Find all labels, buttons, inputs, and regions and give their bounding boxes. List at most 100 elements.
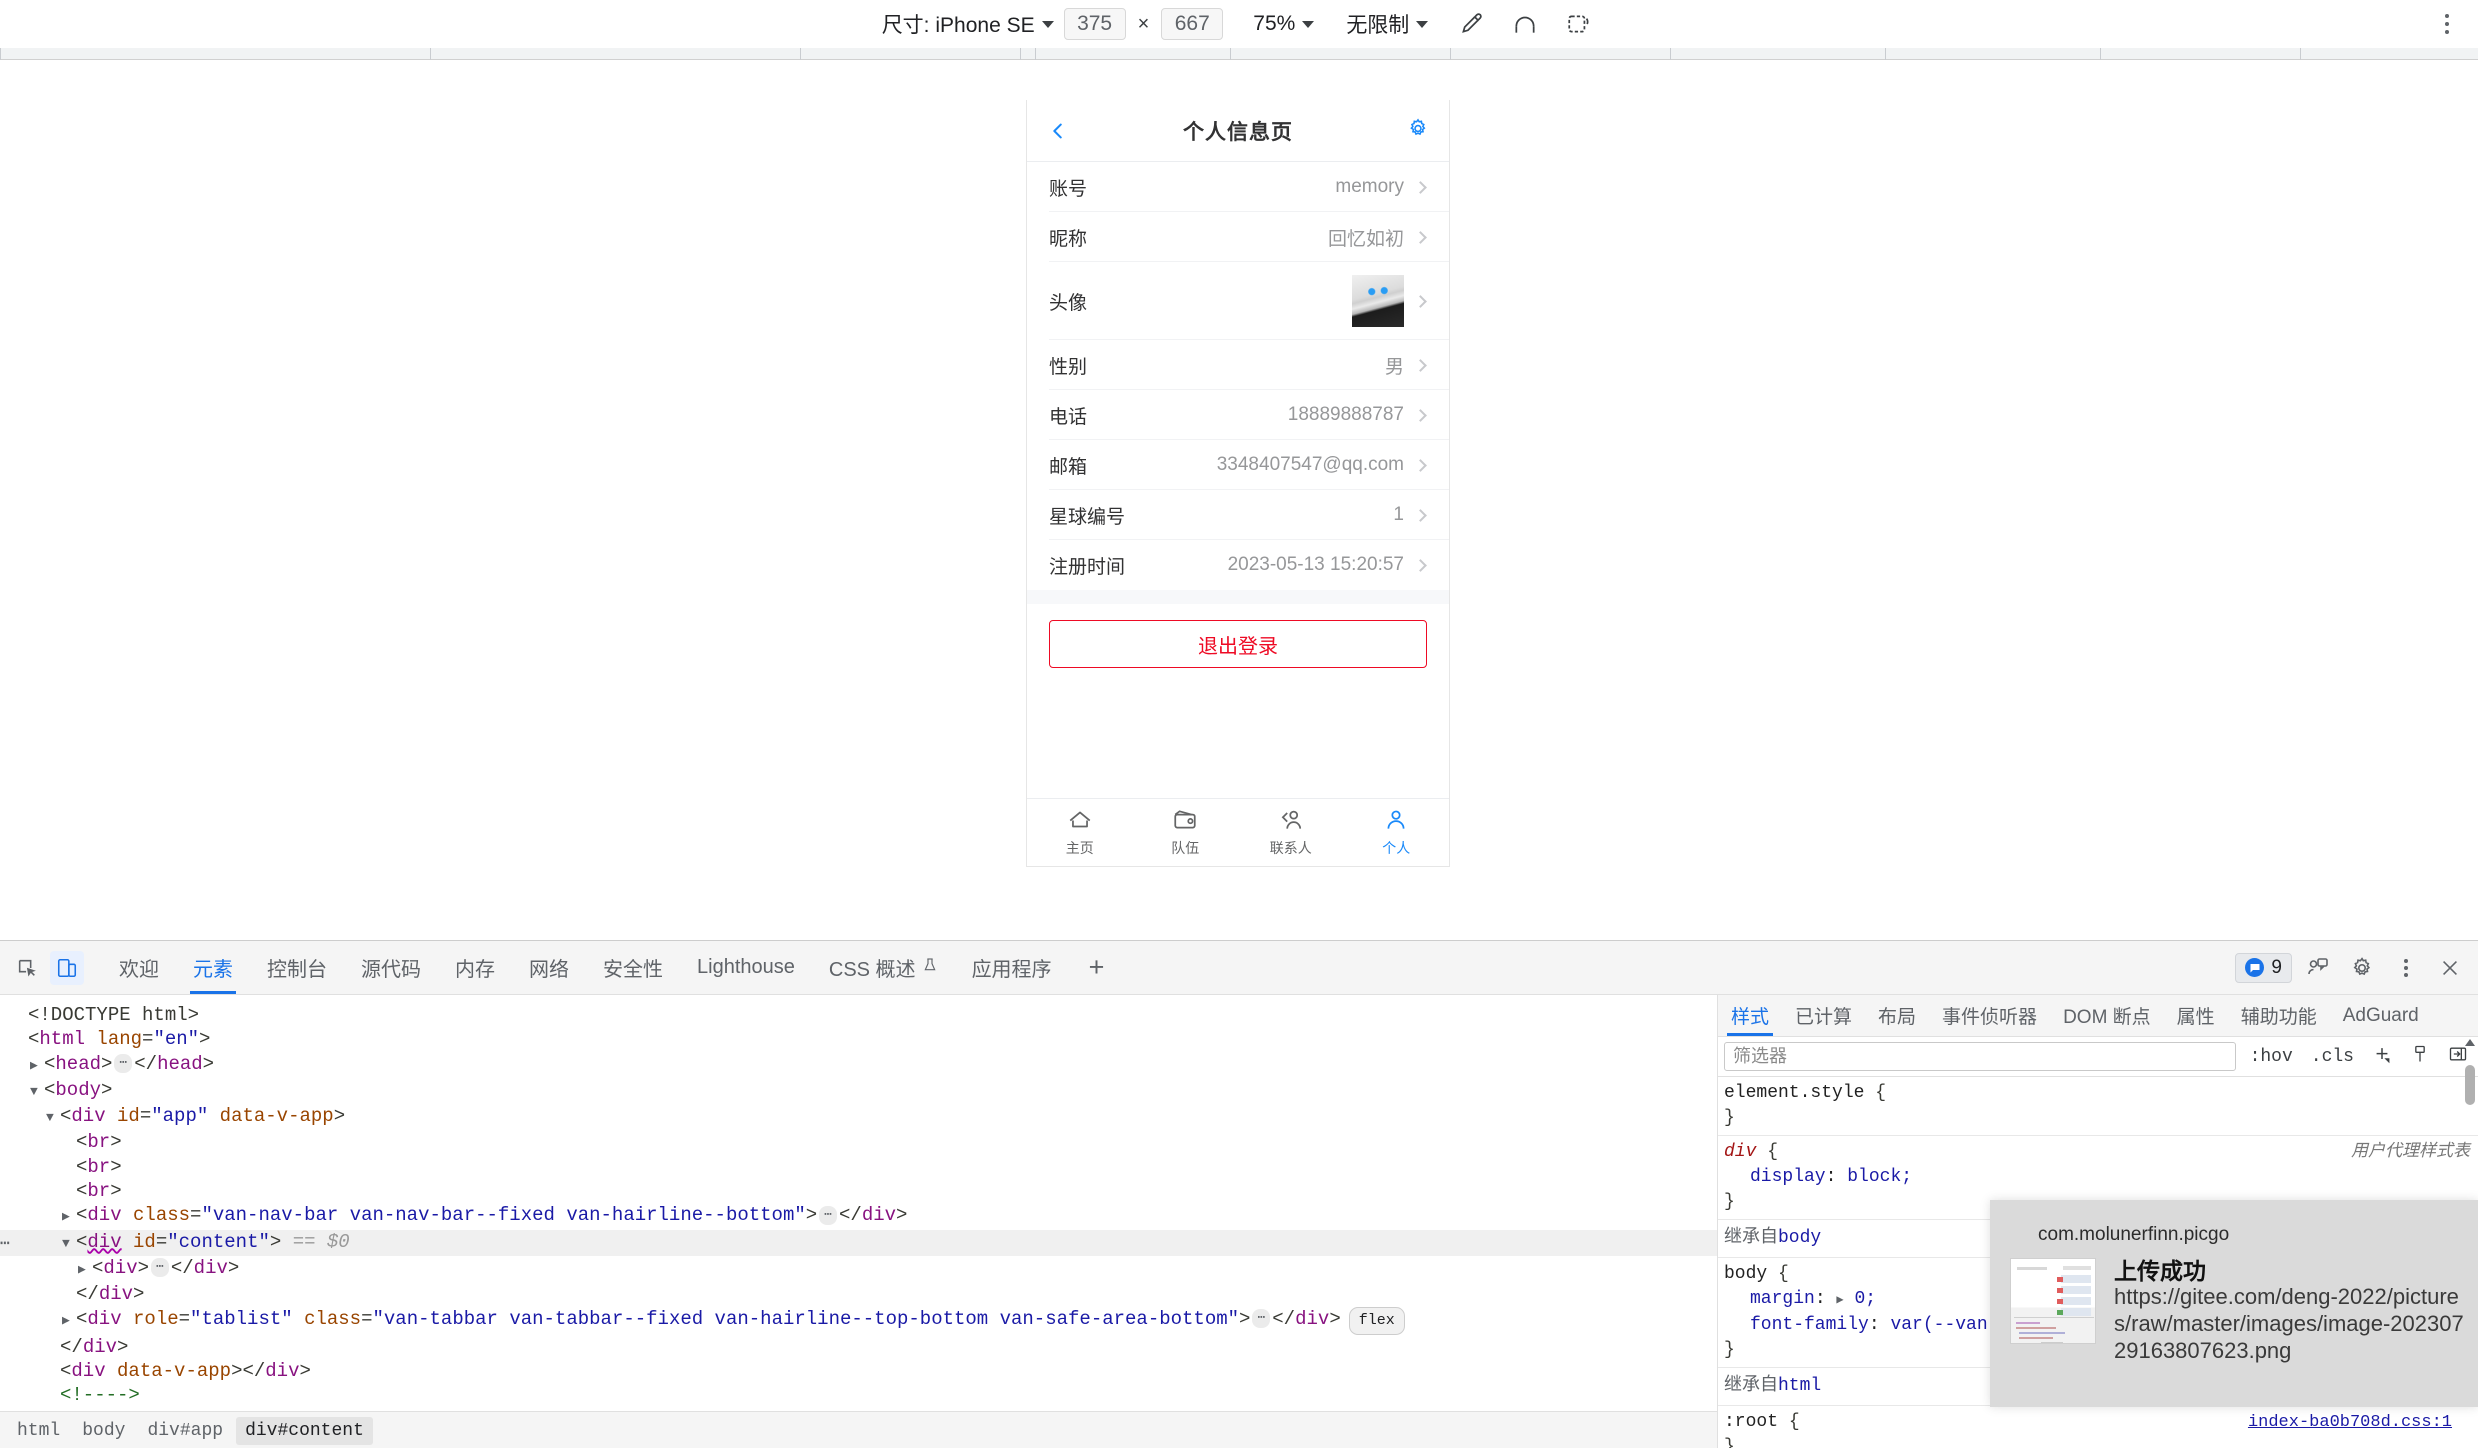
dom-node-line[interactable]: <div>⋯</div> [0,1256,1717,1282]
styles-tab-4[interactable]: 事件侦听器 [1929,995,2050,1036]
devtools-tab-3[interactable]: 控制台 [250,941,344,994]
dom-node-line[interactable]: <div data-v-app></div> [0,1359,1717,1383]
node-menu-icon[interactable]: ⋯ [0,1232,11,1256]
css-property-name[interactable]: margin [1724,1287,1815,1312]
profile-row-4[interactable]: 性别 男 [1027,340,1449,390]
breadcrumb-item-3[interactable]: div#app [138,1417,232,1445]
rotate-icon[interactable] [1504,6,1546,42]
new-style-rule-button[interactable] [2368,1044,2396,1070]
styles-tab-1[interactable]: 样式 [1718,995,1782,1036]
dom-node-line[interactable]: <html lang="en"> [0,1027,1717,1051]
gear-icon[interactable] [1407,117,1429,144]
dom-node-line[interactable]: </div> [0,1335,1717,1359]
throttling-select[interactable]: 无限制 [1330,9,1444,39]
hov-toggle[interactable]: :hov [2246,1047,2297,1067]
dom-node-line[interactable]: <!DOCTYPE html> [0,1003,1717,1027]
screenshot-icon[interactable] [1558,6,1600,42]
devices-feedback-icon[interactable] [2300,950,2336,986]
dom-node-line[interactable]: <head>⋯</head> [0,1052,1717,1078]
device-toolbar-more-menu[interactable] [2430,6,2464,42]
inspect-element-icon[interactable] [10,951,44,985]
issues-counter[interactable]: 9 [2235,952,2292,983]
css-property-value[interactable]: block; [1847,1167,1912,1187]
styles-tab-2[interactable]: 已计算 [1782,995,1865,1036]
dom-node-line[interactable]: <br> [0,1130,1717,1154]
devtools-tab-7[interactable]: 安全性 [586,941,680,994]
breadcrumb-item-1[interactable]: html [8,1417,69,1445]
dom-node-line[interactable]: <div role="tablist" class="van-tabbar va… [0,1306,1717,1335]
expand-triangle-icon[interactable]: ▶ [1836,1288,1843,1313]
close-icon[interactable] [2432,950,2468,986]
dom-node-line[interactable]: </div> [0,1282,1717,1306]
breadcrumb-item-4[interactable]: div#content [236,1416,373,1445]
scrollbar-thumb[interactable] [2465,1065,2475,1105]
tabbar-item-2[interactable]: 队伍 [1133,807,1239,858]
stylesheet-source-link[interactable]: index-ba0b708d.css:1 [2248,1410,2452,1435]
scroll-up-icon[interactable] [2465,1039,2475,1046]
devtools-tab-9[interactable]: CSS 概述 [812,941,955,994]
css-property-value[interactable]: 0; [1854,1289,1876,1309]
dom-node-line[interactable]: <br> [0,1155,1717,1179]
disclosure-triangle-icon[interactable] [30,1054,44,1078]
dom-node-line[interactable]: ⋯<div id="content"> == $0 [0,1229,1717,1256]
viewport-height-input[interactable] [1161,8,1224,40]
tabbar-item-4[interactable]: 个人 [1344,807,1450,858]
css-selector[interactable]: body [1724,1264,1767,1284]
css-selector[interactable]: div [1724,1142,1756,1162]
system-notification-toast[interactable]: com.molunerfinn.picgo 上传成功 https://gitee… [1990,1200,2478,1407]
css-rule[interactable]: :root {index-ba0b708d.css:1} [1718,1406,2478,1448]
dom-node-line[interactable]: <body> [0,1078,1717,1104]
css-selector[interactable]: :root [1724,1412,1778,1432]
devtools-more-menu[interactable] [2388,950,2424,986]
css-property-name[interactable]: display [1724,1165,1826,1190]
styles-tab-7[interactable]: 辅助功能 [2228,995,2330,1036]
element-classes-icon[interactable] [2406,1044,2434,1070]
devtools-tab-2[interactable]: 元素 [176,941,250,994]
profile-row-6[interactable]: 邮箱 3348407547@qq.com [1027,440,1449,490]
eyedropper-icon[interactable] [1450,6,1492,42]
css-rule[interactable]: element.style {} [1718,1077,2478,1136]
devtools-tab-4[interactable]: 源代码 [344,941,438,994]
disclosure-triangle-icon[interactable] [46,1106,60,1130]
profile-row-1[interactable]: 账号 memory [1027,162,1449,212]
devtools-tab-6[interactable]: 网络 [512,941,586,994]
devtools-tab-10[interactable]: 应用程序 [955,941,1069,994]
css-property-name[interactable]: font-family [1724,1313,1869,1338]
disclosure-triangle-icon[interactable] [62,1232,76,1256]
device-size-select[interactable]: 尺寸: iPhone SE [872,9,1064,39]
devtools-tab-5[interactable]: 内存 [438,941,512,994]
profile-row-7[interactable]: 星球编号 1 [1027,490,1449,540]
elements-dom-tree[interactable]: <!DOCTYPE html><html lang="en"><head>⋯</… [0,995,1718,1448]
profile-row-5[interactable]: 电话 18889888787 [1027,390,1449,440]
add-panel-button[interactable]: + [1069,941,1125,994]
dom-node-line[interactable]: <div class="van-nav-bar van-nav-bar--fix… [0,1203,1717,1229]
devtools-tab-1[interactable]: 欢迎 [102,941,176,994]
dom-node-line[interactable]: <br> [0,1179,1717,1203]
tabbar-item-3[interactable]: 联系人 [1238,807,1344,858]
styles-tab-6[interactable]: 属性 [2164,995,2228,1036]
styles-tab-3[interactable]: 布局 [1865,995,1929,1036]
profile-row-3[interactable]: 头像 [1027,262,1449,340]
breadcrumb-item-2[interactable]: body [73,1417,134,1445]
dom-node-line[interactable]: <!----> [0,1383,1717,1407]
disclosure-triangle-icon[interactable] [30,1080,44,1104]
logout-button[interactable]: 退出登录 [1049,620,1427,668]
device-toolbar-icon[interactable] [50,950,84,985]
chevron-left-icon[interactable] [1045,118,1071,144]
disclosure-triangle-icon[interactable] [78,1258,92,1282]
devtools-tab-8[interactable]: Lighthouse [680,941,812,994]
settings-gear-icon[interactable] [2344,950,2380,986]
dom-node-line[interactable]: <div id="app" data-v-app> [0,1104,1717,1130]
viewport-width-input[interactable] [1063,8,1126,40]
zoom-select[interactable]: 75% [1223,12,1330,36]
styles-tab-8[interactable]: AdGuard [2330,995,2432,1036]
disclosure-triangle-icon[interactable] [62,1205,76,1229]
profile-row-8[interactable]: 注册时间 2023-05-13 15:20:57 [1027,540,1449,590]
styles-filter-input[interactable] [1724,1042,2236,1071]
disclosure-triangle-icon[interactable] [62,1309,76,1333]
styles-tab-5[interactable]: DOM 断点 [2050,995,2164,1036]
css-selector[interactable]: element.style [1724,1083,1864,1103]
cls-toggle[interactable]: .cls [2307,1047,2358,1067]
profile-row-2[interactable]: 昵称 回忆如初 [1027,212,1449,262]
tabbar-item-1[interactable]: 主页 [1027,807,1133,858]
